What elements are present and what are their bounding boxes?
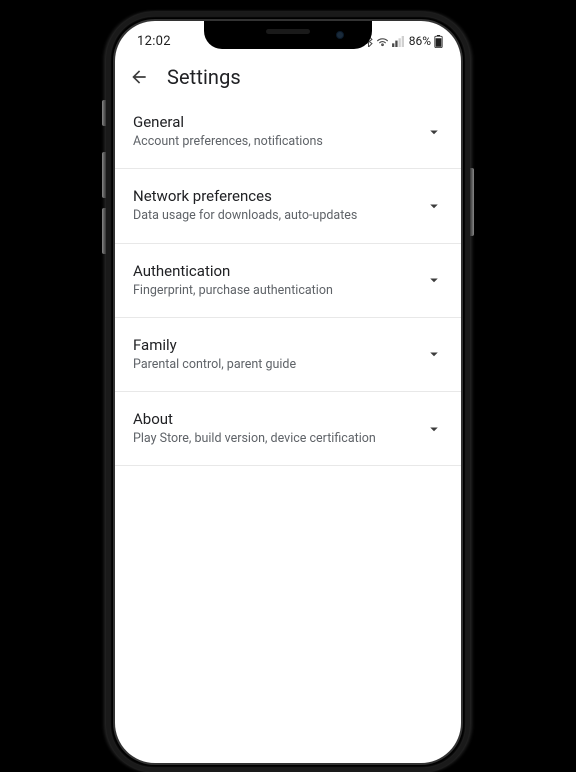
volume-up-button [102, 152, 106, 198]
item-subtitle: Play Store, build version, device certif… [133, 431, 417, 447]
arrow-back-icon [129, 67, 149, 87]
volume-down-button [102, 208, 106, 254]
power-button [470, 168, 474, 236]
battery-percent: 86% [409, 34, 431, 48]
status-indicators: 86% [364, 34, 443, 48]
chevron-down-icon [425, 123, 443, 141]
page-title: Settings [167, 65, 241, 89]
settings-item-family[interactable]: Family Parental control, parent guide [115, 318, 461, 392]
settings-item-authentication[interactable]: Authentication Fingerprint, purchase aut… [115, 244, 461, 318]
screen: 12:02 86% Settings General Account prefe… [115, 21, 461, 763]
signal-icon [392, 36, 405, 47]
item-title: About [133, 410, 417, 428]
item-text: General Account preferences, notificatio… [133, 113, 417, 150]
mute-switch [102, 100, 106, 126]
item-text: Network preferences Data usage for downl… [133, 187, 417, 224]
settings-list: General Account preferences, notificatio… [115, 101, 461, 466]
chevron-down-icon [425, 420, 443, 438]
chevron-down-icon [425, 197, 443, 215]
wifi-icon [376, 36, 389, 47]
settings-item-network[interactable]: Network preferences Data usage for downl… [115, 169, 461, 243]
battery-icon [434, 35, 443, 48]
back-button[interactable] [129, 67, 149, 87]
item-subtitle: Data usage for downloads, auto-updates [133, 208, 417, 224]
chevron-down-icon [425, 271, 443, 289]
item-text: Family Parental control, parent guide [133, 336, 417, 373]
item-subtitle: Fingerprint, purchase authentication [133, 283, 417, 299]
item-title: Family [133, 336, 417, 354]
item-subtitle: Parental control, parent guide [133, 357, 417, 373]
item-subtitle: Account preferences, notifications [133, 134, 417, 150]
notch [204, 21, 372, 49]
settings-item-about[interactable]: About Play Store, build version, device … [115, 392, 461, 466]
front-camera [336, 31, 344, 39]
speaker-slit [266, 29, 310, 34]
app-bar: Settings [115, 53, 461, 101]
status-time: 12:02 [137, 34, 171, 49]
chevron-down-icon [425, 345, 443, 363]
settings-item-general[interactable]: General Account preferences, notificatio… [115, 101, 461, 169]
item-text: Authentication Fingerprint, purchase aut… [133, 262, 417, 299]
item-title: General [133, 113, 417, 131]
phone-frame: 12:02 86% Settings General Account prefe… [106, 12, 470, 772]
item-title: Network preferences [133, 187, 417, 205]
item-text: About Play Store, build version, device … [133, 410, 417, 447]
item-title: Authentication [133, 262, 417, 280]
